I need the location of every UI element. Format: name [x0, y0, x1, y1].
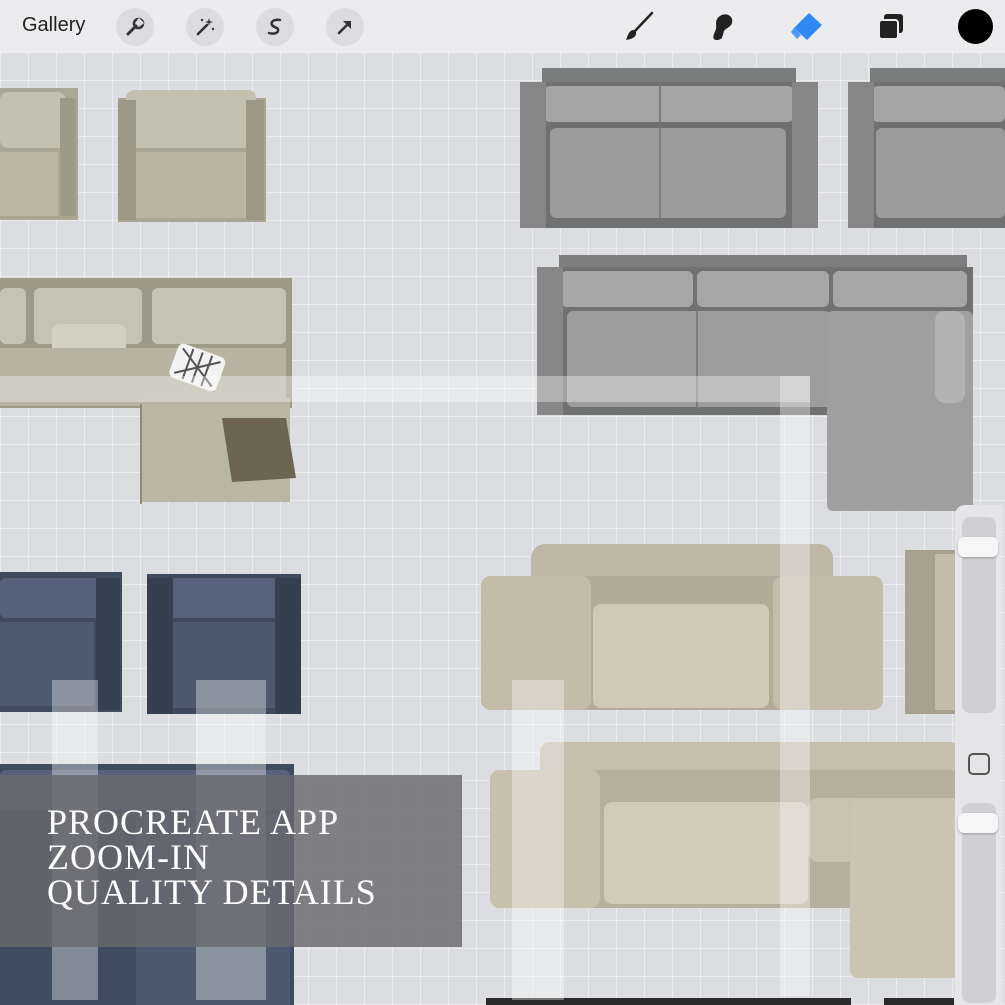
beige-armchair — [118, 90, 266, 222]
wrench-icon — [126, 17, 145, 36]
paint-button[interactable] — [620, 8, 658, 46]
watermark-stem — [780, 376, 810, 996]
modify-button[interactable] — [968, 753, 990, 775]
caption-overlay: PROCREATE APP ZOOM-IN QUALITY DETAILS — [0, 775, 462, 947]
arrow-cursor-icon — [337, 21, 351, 35]
layers-icon — [878, 14, 903, 40]
watermark-letter — [512, 680, 564, 1000]
layers-button[interactable] — [872, 8, 910, 46]
top-toolbar: Gallery — [0, 0, 1005, 52]
smudge-icon — [713, 14, 733, 41]
caption-text: PROCREATE APP ZOOM-IN QUALITY DETAILS — [47, 802, 377, 912]
dark-sofa-edge-right — [884, 998, 954, 1005]
transform-button[interactable] — [326, 8, 364, 46]
color-picker-button[interactable] — [958, 9, 993, 44]
adjustments-button[interactable] — [186, 8, 224, 46]
beige-chair-left — [0, 88, 78, 220]
brush-slider-panel — [955, 505, 1003, 1005]
watermark-bar — [0, 376, 810, 402]
opacity-thumb[interactable] — [958, 813, 998, 833]
opacity-slider[interactable] — [962, 803, 996, 1003]
gallery-button[interactable]: Gallery — [22, 14, 85, 37]
gray-loveseat — [520, 68, 818, 228]
erase-button[interactable] — [788, 8, 826, 46]
brush-size-thumb[interactable] — [958, 537, 998, 557]
magic-wand-icon — [196, 18, 215, 36]
brush-icon — [626, 11, 654, 40]
caption-line-2: ZOOM-IN — [47, 837, 210, 877]
selection-button[interactable] — [256, 8, 294, 46]
actions-button[interactable] — [116, 8, 154, 46]
cream-chair-edge — [905, 550, 957, 714]
caption-line-1: PROCREATE APP — [47, 802, 340, 842]
eraser-icon — [791, 13, 822, 40]
gray-armchair — [848, 68, 1005, 228]
selection-icon — [267, 18, 282, 35]
smudge-button[interactable] — [704, 8, 742, 46]
caption-line-3: QUALITY DETAILS — [47, 872, 377, 912]
